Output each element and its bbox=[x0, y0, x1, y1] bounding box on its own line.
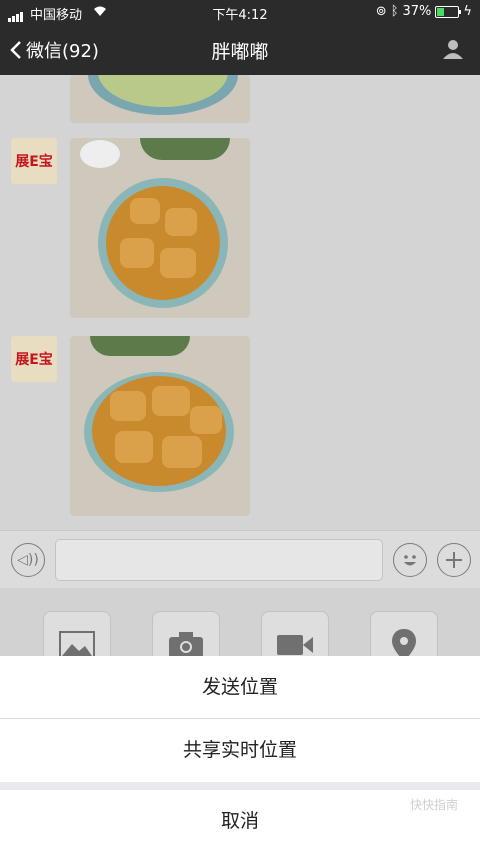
video-icon bbox=[277, 635, 313, 655]
leaf-decoration bbox=[140, 138, 230, 160]
emoji-button[interactable] bbox=[393, 543, 427, 577]
cancel-button[interactable]: 取消 bbox=[0, 790, 480, 853]
emoji-icon bbox=[404, 555, 416, 566]
send-location-button[interactable]: 发送位置 bbox=[0, 656, 480, 718]
avatar[interactable]: 展E宝 bbox=[11, 138, 57, 184]
camera-icon bbox=[169, 632, 203, 658]
status-bar: 中国移动 下午4:12 ⊚ ᛒ 37% ϟ bbox=[0, 0, 480, 24]
sheet-gap bbox=[0, 782, 480, 790]
person-icon[interactable] bbox=[442, 38, 464, 60]
flower-decoration bbox=[80, 140, 120, 168]
status-right: ⊚ ᛒ 37% ϟ bbox=[376, 4, 472, 19]
message-input[interactable] bbox=[55, 539, 383, 581]
voice-icon: ◁)) bbox=[17, 552, 39, 568]
avatar[interactable]: 展E宝 bbox=[11, 336, 57, 382]
chat-title: 胖嘟嘟 bbox=[211, 41, 269, 63]
battery-icon bbox=[435, 5, 462, 18]
photo-icon bbox=[59, 631, 95, 659]
image-message[interactable] bbox=[70, 336, 250, 516]
plus-button[interactable] bbox=[437, 543, 471, 577]
battery-percent: 37% bbox=[402, 4, 432, 19]
image-message[interactable] bbox=[70, 138, 250, 318]
bluetooth-icon: ᛒ bbox=[390, 4, 399, 19]
plus-icon bbox=[446, 552, 462, 568]
watermark: 快快指南 bbox=[409, 798, 458, 812]
lock-rotation-icon: ⊚ bbox=[375, 4, 387, 19]
leaf-decoration bbox=[90, 336, 190, 356]
voice-button[interactable]: ◁)) bbox=[11, 543, 45, 577]
chat-area[interactable]: 展E宝 展E宝 bbox=[0, 75, 480, 530]
charging-icon: ϟ bbox=[463, 4, 472, 19]
input-bar: ◁)) bbox=[0, 530, 480, 589]
share-live-location-button[interactable]: 共享实时位置 bbox=[0, 719, 480, 782]
nav-bar: 微信(92) 胖嘟嘟 bbox=[0, 24, 480, 75]
image-message[interactable] bbox=[70, 75, 250, 123]
